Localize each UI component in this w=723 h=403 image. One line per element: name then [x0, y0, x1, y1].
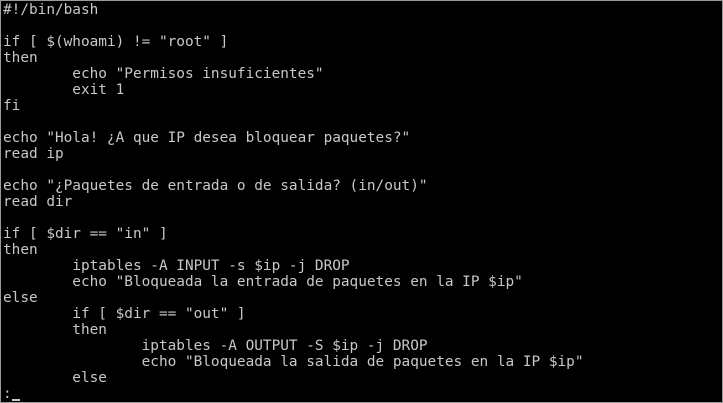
file-content: #!/bin/bash if [ $(whoami) != "root" ] t… — [3, 2, 583, 386]
code-line: else — [3, 370, 107, 386]
code-line: if [ $dir == "out" ] — [3, 306, 246, 322]
code-line: read ip — [3, 146, 64, 162]
text-cursor — [11, 399, 20, 401]
code-line: echo "Hola! ¿A que IP desea bloquear paq… — [3, 130, 411, 146]
code-line: echo "Permisos insuficientes" — [3, 66, 324, 82]
code-line: iptables -A INPUT -s $ip -j DROP — [3, 258, 350, 274]
prompt-symbol: : — [3, 386, 12, 402]
code-line: then — [3, 242, 38, 258]
code-line: echo "¿Paquetes de entrada o de salida? … — [3, 178, 428, 194]
code-line: if [ $dir == "in" ] — [3, 226, 168, 242]
code-line: else — [3, 290, 38, 306]
code-line: iptables -A OUTPUT -S $ip -j DROP — [3, 338, 428, 354]
terminal-window[interactable]: #!/bin/bash if [ $(whoami) != "root" ] t… — [0, 0, 723, 403]
code-line: echo "Bloqueada la salida de paquetes en… — [3, 354, 584, 370]
code-line: exit 1 — [3, 82, 125, 98]
code-line: echo "Bloqueada la entrada de paquetes e… — [3, 274, 523, 290]
code-line: then — [3, 50, 38, 66]
code-line: read dir — [3, 194, 73, 210]
code-line: fi — [3, 98, 21, 114]
code-line: then — [3, 322, 107, 338]
code-line: if [ $(whoami) != "root" ] — [3, 34, 229, 50]
code-line: #!/bin/bash — [3, 2, 99, 18]
pager-prompt[interactable]: : — [3, 386, 20, 402]
